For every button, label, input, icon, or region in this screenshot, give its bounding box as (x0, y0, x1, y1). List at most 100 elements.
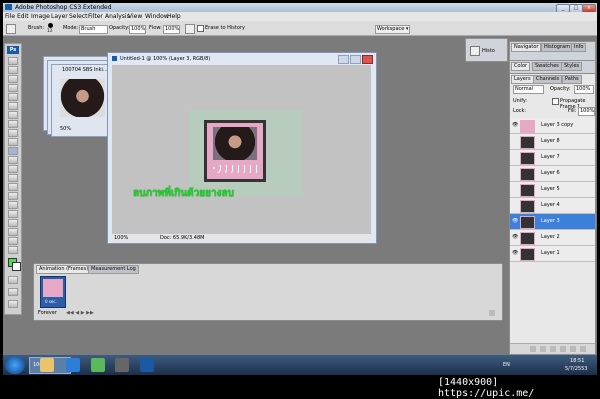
document-window[interactable]: Untitled-1 @ 100% (Layer 3, RGB/8) 100% … (107, 52, 377, 244)
history-icon[interactable] (470, 46, 480, 56)
mode-select[interactable]: Brush (79, 25, 108, 34)
lasso-tool-icon[interactable] (8, 75, 18, 83)
menu-layer[interactable]: Layer (51, 13, 68, 20)
document-zoom[interactable]: 100% (114, 235, 128, 241)
gradient-tool-icon[interactable] (8, 156, 18, 164)
crop-tool-icon[interactable] (8, 93, 18, 101)
menu-help[interactable]: Help (167, 13, 181, 20)
layer-opacity-input[interactable]: 100% (574, 85, 594, 94)
blend-mode-select[interactable]: Normal (513, 85, 544, 94)
eye-icon[interactable]: 👁 (512, 234, 518, 240)
new-layer-icon[interactable] (570, 346, 576, 352)
flow-input[interactable]: 100% (163, 25, 180, 34)
new-group-icon[interactable] (560, 346, 566, 352)
eyedropper-tool-icon[interactable] (8, 228, 18, 236)
internet-explorer-icon[interactable] (66, 358, 80, 372)
marquee-tool-icon[interactable] (8, 66, 18, 74)
link-layers-icon[interactable] (530, 346, 536, 352)
stacked-window-front[interactable]: 100704 SBS Inki... 50% (51, 64, 111, 137)
layer-style-icon[interactable] (540, 346, 546, 352)
healing-brush-tool-icon[interactable] (8, 111, 18, 119)
move-tool-icon[interactable] (8, 57, 18, 65)
blur-tool-icon[interactable] (8, 165, 18, 173)
propagate-checkbox[interactable] (552, 98, 559, 105)
eraser-tool-icon[interactable] (8, 147, 18, 155)
zoom-tool-icon[interactable] (8, 246, 18, 254)
eye-icon[interactable]: 👁 (512, 250, 518, 256)
animation-frame[interactable]: 0 sec. (40, 276, 66, 308)
tab-channels[interactable]: Channels (533, 75, 563, 84)
eye-icon[interactable] (512, 138, 517, 143)
tab-layers[interactable]: Layers (511, 75, 534, 84)
eye-icon[interactable] (512, 154, 517, 159)
photoshop-taskbar-icon[interactable] (140, 358, 154, 372)
background-color-swatch[interactable] (12, 262, 21, 271)
menu-view[interactable]: View (128, 13, 142, 20)
loop-select[interactable]: Forever (38, 310, 57, 316)
layer-mask-icon[interactable] (550, 346, 556, 352)
trash-icon[interactable] (580, 346, 586, 352)
messenger-icon[interactable] (91, 358, 105, 372)
slice-tool-icon[interactable] (8, 102, 18, 110)
layer-row[interactable]: 👁 Layer 3 copy (510, 118, 595, 134)
menu-image[interactable]: Image (31, 13, 50, 20)
history-brush-tool-icon[interactable] (8, 138, 18, 146)
hand-tool-icon[interactable] (8, 237, 18, 245)
language-indicator[interactable]: EN (503, 362, 510, 368)
canvas-area[interactable] (112, 65, 371, 234)
path-selection-tool-icon[interactable] (8, 201, 18, 209)
go-to-bridge-icon[interactable] (8, 300, 18, 308)
menu-file[interactable]: File (5, 13, 15, 20)
menu-edit[interactable]: Edit (17, 13, 29, 20)
clock-time[interactable]: 18:51 (570, 358, 584, 364)
tab-info[interactable]: Info (571, 43, 587, 52)
erase-history-checkbox[interactable] (197, 25, 204, 32)
layer-row-selected[interactable]: 👁 Layer 3 (510, 214, 595, 230)
tab-color[interactable]: Color (511, 62, 531, 71)
tab-paths[interactable]: Paths (562, 75, 582, 84)
doc-minimize-button[interactable] (338, 55, 349, 64)
clock-date[interactable]: 5/7/2553 (565, 366, 587, 372)
brush-tool-icon[interactable] (8, 120, 18, 128)
notes-tool-icon[interactable] (8, 219, 18, 227)
menu-analysis[interactable]: Analysis (105, 13, 130, 20)
layer-row[interactable]: Layer 6 (510, 166, 595, 182)
playback-controls-icon[interactable]: ◀◀ ◀ ▶ ▶▶ (66, 310, 94, 316)
clone-stamp-tool-icon[interactable] (8, 129, 18, 137)
screen-mode-icon[interactable] (8, 288, 18, 296)
layer-row[interactable]: Layer 5 (510, 182, 595, 198)
menu-select[interactable]: Select (69, 13, 88, 20)
layer-row[interactable]: Layer 8 (510, 134, 595, 150)
media-icon[interactable] (115, 358, 129, 372)
canvas[interactable] (189, 110, 303, 196)
start-button-icon[interactable] (5, 356, 25, 374)
workspace-button[interactable]: Workspace ▾ (375, 25, 410, 34)
shape-tool-icon[interactable] (8, 210, 18, 218)
delete-frame-icon[interactable] (489, 310, 495, 316)
layer-row[interactable]: 👁 Layer 1 (510, 246, 595, 262)
history-collapsed-panel[interactable]: Histo (465, 38, 508, 62)
opacity-input[interactable]: 100% (129, 25, 146, 34)
doc-maximize-button[interactable] (350, 55, 361, 64)
pen-tool-icon[interactable] (8, 183, 18, 191)
type-tool-icon[interactable] (8, 192, 18, 200)
frame-delay[interactable]: 0 sec. (45, 299, 57, 304)
tab-navigator[interactable]: Navigator (511, 43, 542, 52)
airbrush-icon[interactable] (185, 24, 195, 34)
dodge-tool-icon[interactable] (8, 174, 18, 182)
explorer-icon[interactable] (40, 358, 54, 372)
menu-window[interactable]: Window (145, 13, 169, 20)
tab-styles[interactable]: Styles (561, 62, 583, 71)
doc-close-button[interactable] (362, 55, 373, 64)
eye-icon[interactable]: 👁 (512, 122, 518, 128)
fill-input[interactable]: 100% (578, 107, 595, 116)
eraser-tool-preset-icon[interactable] (6, 24, 16, 34)
eye-icon[interactable] (512, 186, 517, 191)
eye-icon[interactable] (512, 170, 517, 175)
menu-filter[interactable]: Filter (88, 13, 103, 20)
eye-icon[interactable]: 👁 (512, 218, 518, 224)
document-titlebar[interactable]: Untitled-1 @ 100% (Layer 3, RGB/8) (110, 55, 374, 64)
layer-row[interactable]: 👁 Layer 2 (510, 230, 595, 246)
magic-wand-tool-icon[interactable] (8, 84, 18, 92)
eye-icon[interactable] (512, 202, 517, 207)
